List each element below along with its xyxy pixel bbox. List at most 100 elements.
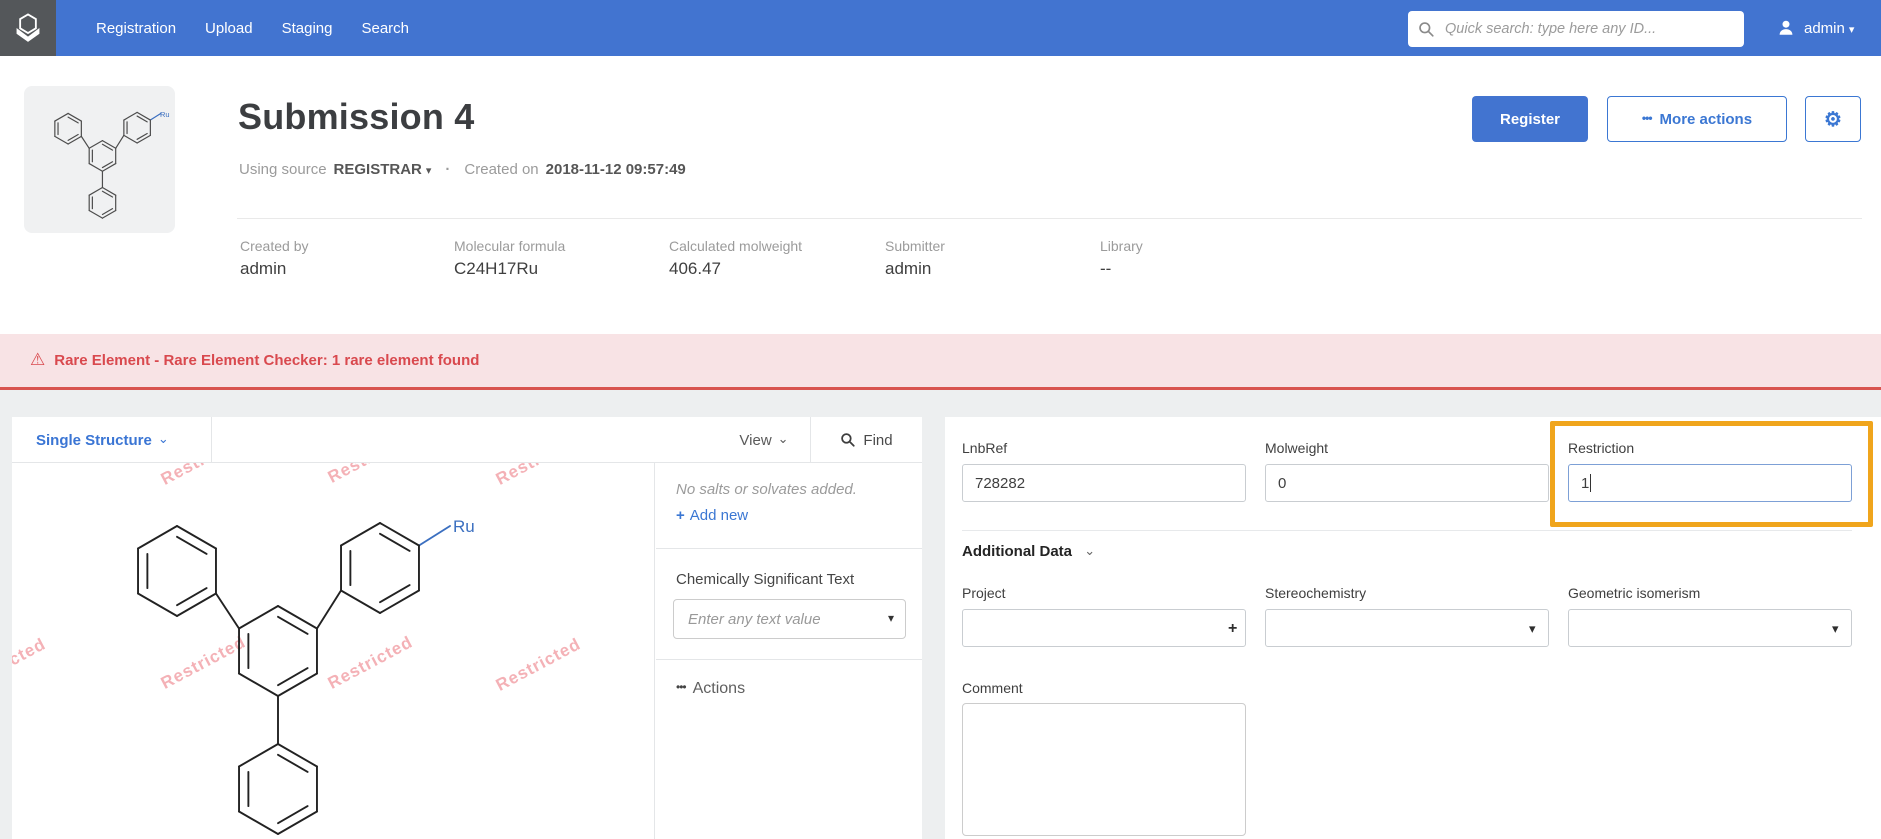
created-on-value: 2018-11-12 09:57:49 (546, 161, 686, 178)
atom-label-ru: Ru (453, 517, 475, 536)
source-select[interactable]: REGISTRAR (334, 161, 422, 178)
dot-separator: · (445, 161, 450, 178)
form-divider (962, 530, 1852, 531)
chevron-down-icon: ⌄ (158, 431, 169, 447)
lnbref-label: LnbRef (962, 440, 1007, 456)
warning-icon: ⚠ (30, 350, 45, 370)
project-label: Project (962, 585, 1006, 601)
search-icon (840, 432, 856, 448)
actions-label: Actions (693, 680, 745, 697)
view-menu-button[interactable]: View ⌄ (718, 417, 810, 463)
salts-empty-text: No salts or solvates added. (676, 481, 857, 498)
nav-item-registration[interactable]: Registration (96, 20, 176, 37)
chevron-down-icon: ⌄ (1084, 543, 1095, 558)
stereochemistry-label: Stereochemistry (1265, 585, 1366, 601)
view-label: View (739, 432, 771, 449)
meta-value: admin (240, 259, 308, 279)
find-label: Find (863, 432, 892, 449)
structure-thumbnail[interactable]: Ru (24, 86, 175, 233)
add-new-salt-link[interactable]: + Add new (676, 507, 748, 524)
find-button[interactable]: Find (810, 417, 922, 463)
meta-label: Calculated molweight (669, 238, 802, 254)
meta-value: -- (1100, 259, 1143, 279)
submission-header: Ru Submission 4 Using source REGISTRAR ▾… (0, 56, 1881, 334)
text-cursor (1590, 474, 1591, 492)
rare-element-alert[interactable]: ⚠ Rare Element - Rare Element Checker: 1… (0, 334, 1881, 390)
additional-data-label: Additional Data (962, 543, 1072, 560)
molweight-input[interactable] (1265, 464, 1549, 502)
chevron-down-icon[interactable]: ▾ (426, 164, 432, 177)
submission-subline: Using source REGISTRAR ▾ · Created on 20… (239, 161, 686, 178)
structure-canvas[interactable]: Restricted Restricted Restricted Restric… (12, 463, 655, 839)
cst-section: Chemically Significant Text ▾ (656, 549, 922, 660)
ellipsis-icon: ••• (1642, 111, 1652, 125)
gear-icon: ⚙ (1824, 107, 1842, 132)
meta-label: Created by (240, 238, 308, 254)
nav-item-search[interactable]: Search (361, 20, 409, 37)
meta-molecular-formula: Molecular formula C24H17Ru (454, 238, 565, 279)
lnbref-input[interactable] (962, 464, 1246, 502)
more-actions-label: More actions (1660, 111, 1753, 128)
restriction-input[interactable]: 1 (1568, 464, 1852, 502)
meta-value: C24H17Ru (454, 259, 565, 279)
geometric-isomerism-label: Geometric isomerism (1568, 585, 1700, 601)
app-logo[interactable] (0, 0, 56, 56)
restriction-label: Restriction (1568, 440, 1634, 456)
salts-section: No salts or solvates added. + Add new (656, 463, 922, 549)
molecule-svg: Ru (12, 463, 655, 839)
meta-label: Library (1100, 238, 1143, 254)
molecule-thumbnail-svg: Ru (24, 86, 175, 233)
stereochemistry-select[interactable] (1265, 609, 1549, 647)
meta-value: 406.47 (669, 259, 802, 279)
project-input[interactable] (962, 609, 1246, 647)
user-menu[interactable]: admin ▾ (1776, 0, 1854, 56)
more-actions-button[interactable]: ••• More actions (1607, 96, 1787, 142)
nav-menu: Registration Upload Staging Search (96, 0, 409, 56)
hexagon-box-logo-icon (8, 8, 48, 48)
structure-side-column: No salts or solvates added. + Add new Che… (656, 463, 922, 839)
comment-textarea[interactable] (962, 703, 1246, 836)
comment-label: Comment (962, 680, 1023, 696)
user-icon (1776, 18, 1796, 38)
actions-menu-button[interactable]: •••Actions (676, 680, 745, 698)
using-source-label: Using source (239, 161, 327, 178)
user-name: admin (1804, 20, 1845, 37)
quick-search-box (1408, 11, 1744, 47)
plus-icon: + (676, 507, 685, 524)
page-title: Submission 4 (238, 96, 474, 138)
restriction-value: 1 (1581, 475, 1589, 492)
chevron-down-icon: ▾ (1849, 23, 1855, 36)
meta-submitter: Submitter admin (885, 238, 945, 279)
quick-search-input[interactable] (1443, 20, 1734, 38)
created-on-label: Created on (464, 161, 538, 178)
register-button[interactable]: Register (1472, 96, 1588, 142)
meta-label: Submitter (885, 238, 945, 254)
form-panel: LnbRef Molweight Restriction 1 Additiona… (945, 417, 1881, 839)
top-navbar: Registration Upload Staging Search admin… (0, 0, 1881, 56)
structure-panel: Single Structure ⌄ View ⌄ Find Restricte… (12, 417, 922, 839)
additional-data-toggle[interactable]: Additional Data ⌄ (962, 543, 1095, 560)
registration-app: Registration Upload Staging Search admin… (0, 0, 1881, 839)
nav-item-upload[interactable]: Upload (205, 20, 253, 37)
settings-button[interactable]: ⚙ (1805, 96, 1861, 142)
molweight-label: Molweight (1265, 440, 1328, 456)
nav-item-staging[interactable]: Staging (282, 20, 333, 37)
atom-label-ru: Ru (160, 110, 170, 119)
cst-field: ▾ (673, 599, 906, 639)
geometric-isomerism-select[interactable] (1568, 609, 1852, 647)
structure-mode-label: Single Structure (36, 432, 152, 449)
meta-value: admin (885, 259, 945, 279)
structure-panel-header: Single Structure ⌄ View ⌄ Find (12, 417, 922, 463)
meta-calculated-molweight: Calculated molweight 406.47 (669, 238, 802, 279)
alert-message: Rare Element - Rare Element Checker: 1 r… (54, 352, 479, 369)
search-icon (1418, 21, 1435, 38)
meta-created-by: Created by admin (240, 238, 308, 279)
cst-label: Chemically Significant Text (676, 571, 854, 588)
chevron-down-icon: ⌄ (778, 431, 789, 447)
header-divider (237, 218, 1862, 219)
meta-label: Molecular formula (454, 238, 565, 254)
meta-library: Library -- (1100, 238, 1143, 279)
add-new-label: Add new (690, 507, 748, 524)
cst-input[interactable] (673, 599, 906, 639)
structure-mode-select[interactable]: Single Structure ⌄ (12, 417, 212, 463)
